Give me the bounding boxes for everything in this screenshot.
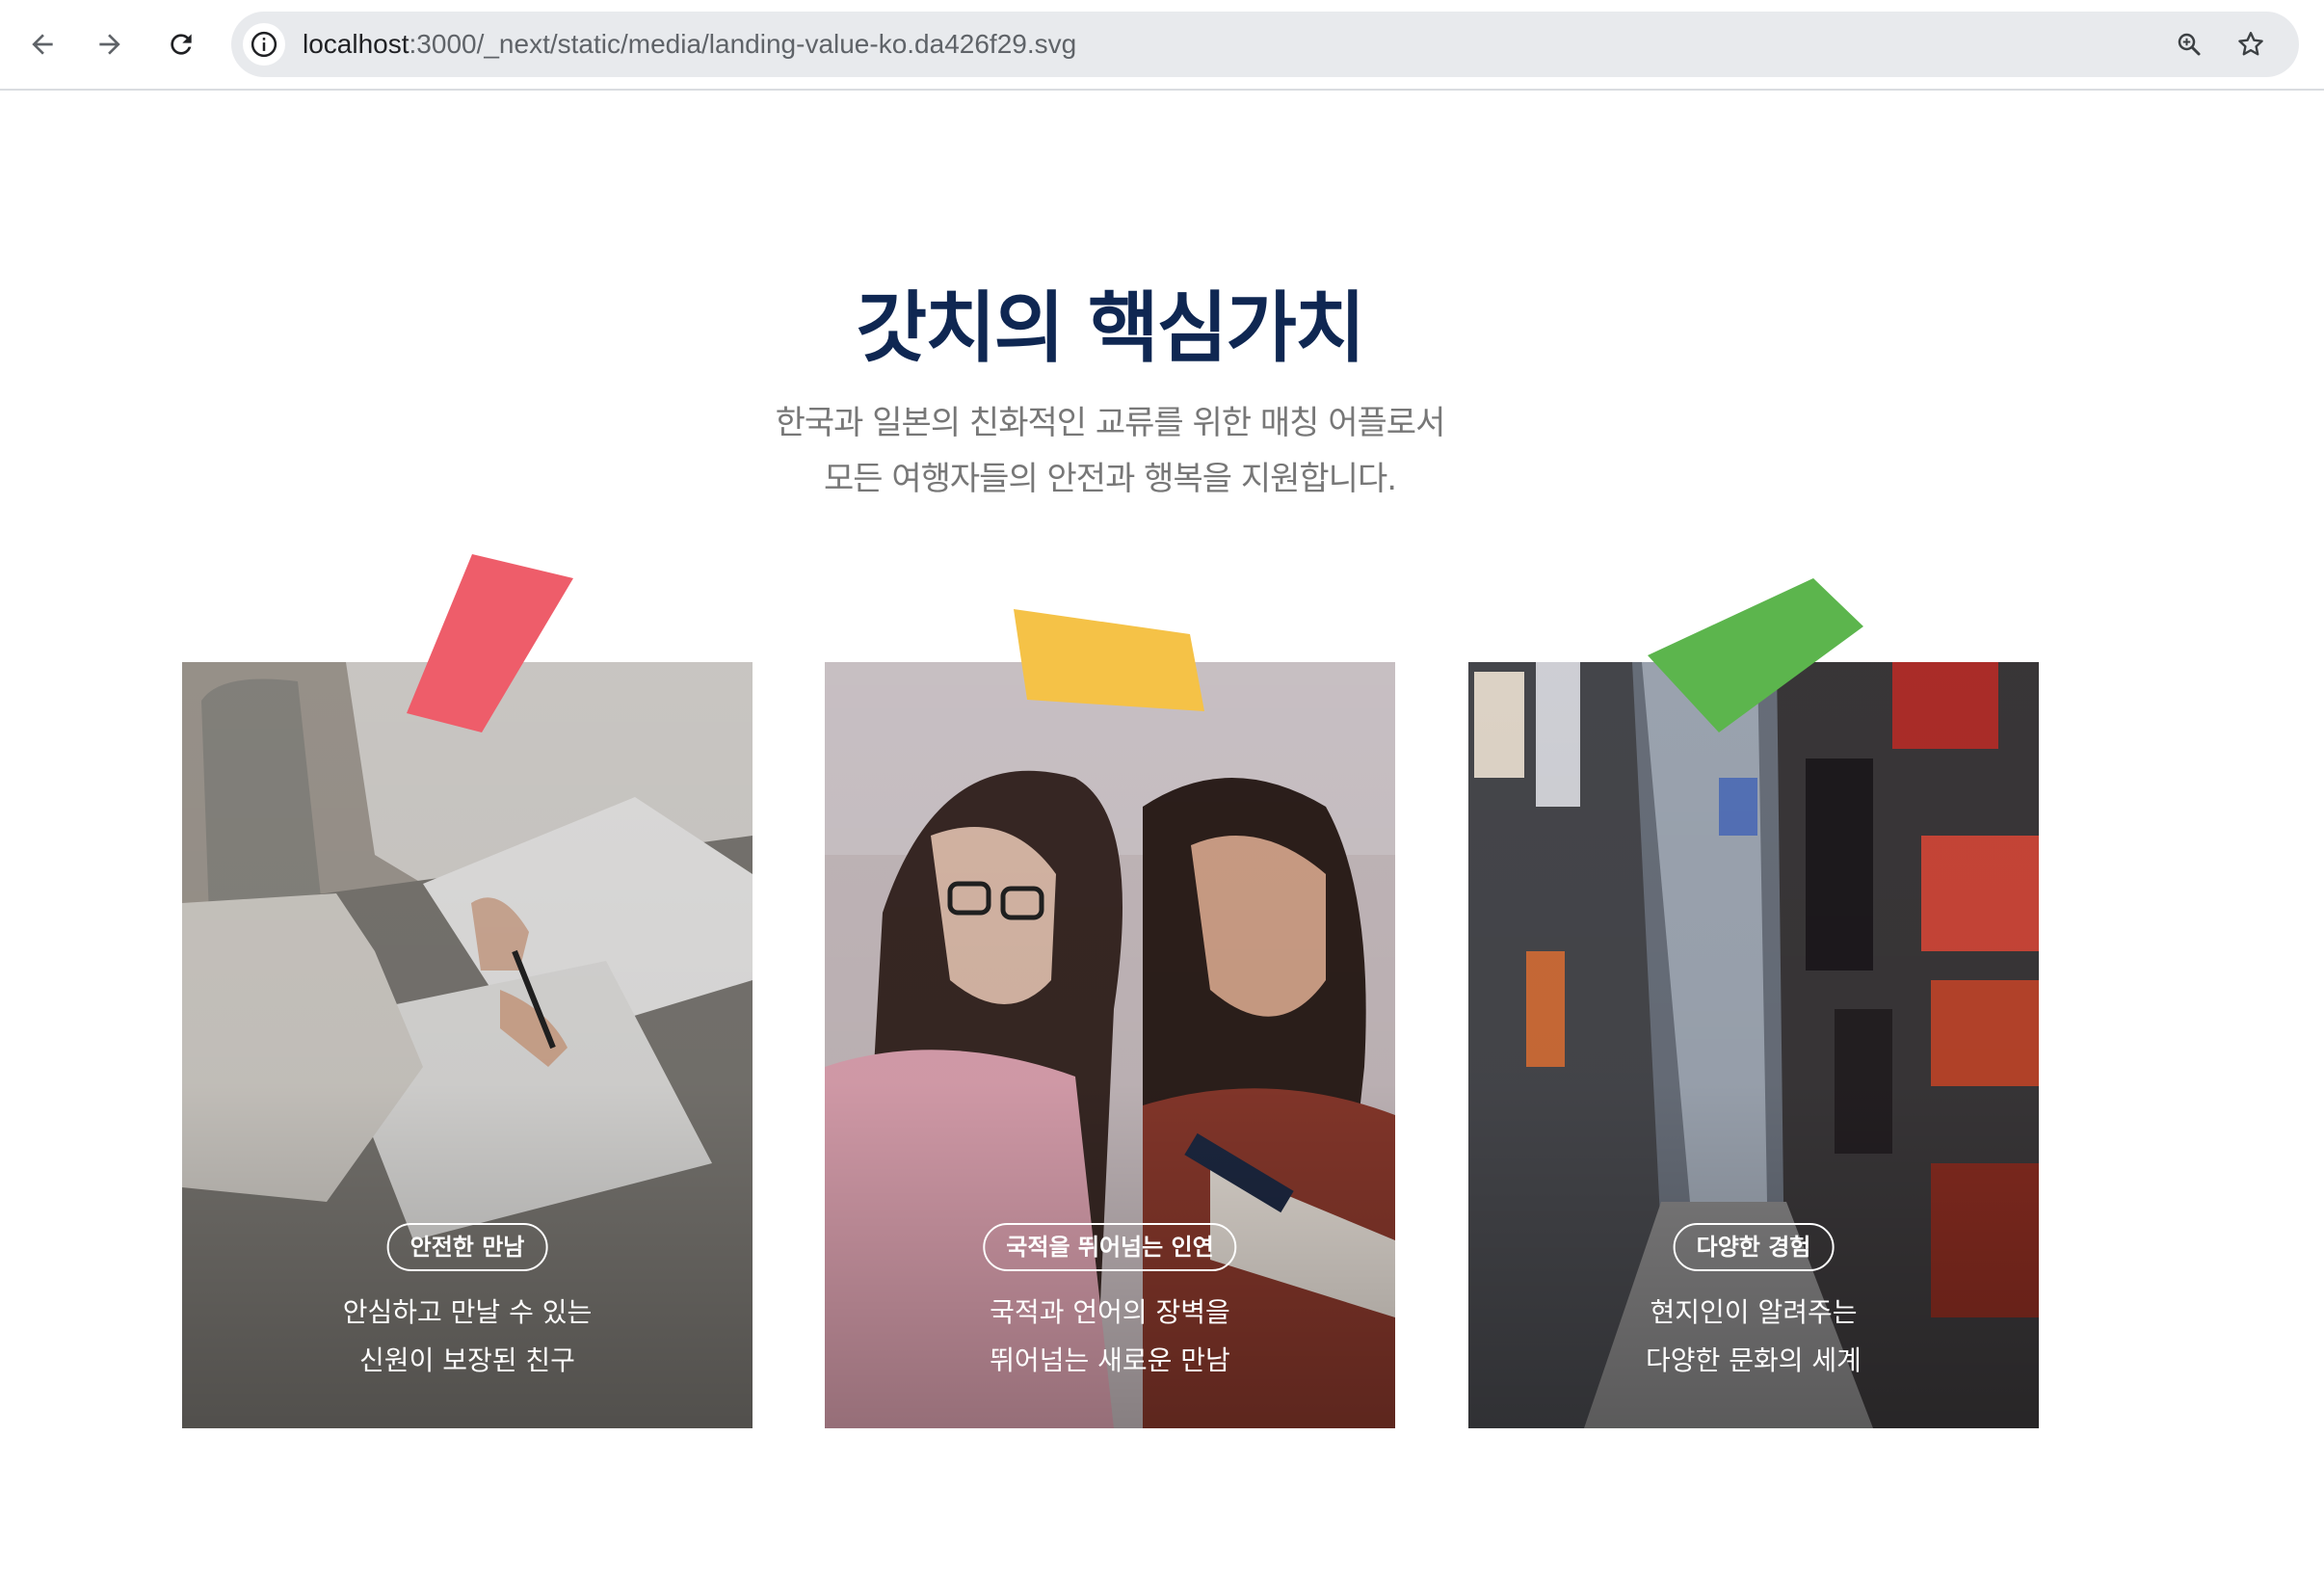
card-description: 국적과 언어의 장벽을 뛰어넘는 새로운 만남 [825,1289,1395,1385]
card-description-line-2: 뛰어넘는 새로운 만남 [990,1344,1230,1376]
back-button[interactable] [15,17,69,71]
browser-toolbar: localhost:3000/_next/static/media/landin… [0,0,2324,91]
zoom-button[interactable] [2168,23,2210,66]
info-icon [251,31,277,58]
card-badge: 안전한 만남 [386,1223,548,1271]
card-description: 안심하고 만날 수 있는 신원이 보장된 친구 [182,1289,753,1385]
bookmark-button[interactable] [2230,23,2272,66]
card-description-line-1: 안심하고 만날 수 있는 [342,1296,593,1328]
subtitle-line-1: 한국과 일본의 친화적인 교류를 위한 매칭 어플로서 [775,404,1446,442]
yellow-tape-decoration [1014,609,1204,711]
url-host: localhost [303,29,409,59]
url-text[interactable]: localhost:3000/_next/static/media/landin… [303,12,1076,77]
back-arrow-icon [32,34,53,55]
subtitle-line-2: 모든 여행자들의 안전과 행복을 지원합니다. [823,460,1397,498]
card-description: 현지인이 알려주는 다양한 문화의 세계 [1468,1289,2039,1385]
zoom-icon [2178,33,2201,56]
card-description-line-2: 다양한 문화의 세계 [1646,1344,1862,1376]
reload-icon [171,34,192,55]
value-card-diverse-experience: 다양한 경험 현지인이 알려주는 다양한 문화의 세계 [1468,662,2039,1428]
star-icon [2238,32,2263,56]
card-badge: 다양한 경험 [1673,1223,1835,1271]
red-tape-decoration [407,554,573,732]
value-card-beyond-nationality: 국적을 뛰어넘는 인연 국적과 언어의 장벽을 뛰어넘는 새로운 만남 [825,662,1395,1428]
green-tape-decoration [1648,578,1863,732]
reload-button[interactable] [154,17,208,71]
card-badge: 국적을 뛰어넘는 인연 [983,1223,1237,1271]
card-description-line-1: 현지인이 알려주는 [1650,1296,1858,1328]
card-description-line-2: 신원이 보장된 친구 [359,1344,575,1376]
value-card-safe-meeting: 안전한 만남 안심하고 만날 수 있는 신원이 보장된 친구 [182,662,753,1428]
card-description-line-1: 국적과 언어의 장벽을 [990,1296,1230,1328]
forward-arrow-icon [99,34,120,55]
forward-button[interactable] [83,17,137,71]
address-bar[interactable]: localhost:3000/_next/static/media/landin… [231,12,2299,77]
page-subtitle: 한국과 일본의 친화적인 교류를 위한 매칭 어플로서 모든 여행자들의 안전과… [0,395,2220,507]
url-path: :3000/_next/static/media/landing-value-k… [409,29,1077,59]
page-title: 갓치의 핵심가치 [856,283,1365,373]
site-info-button[interactable] [243,23,285,66]
